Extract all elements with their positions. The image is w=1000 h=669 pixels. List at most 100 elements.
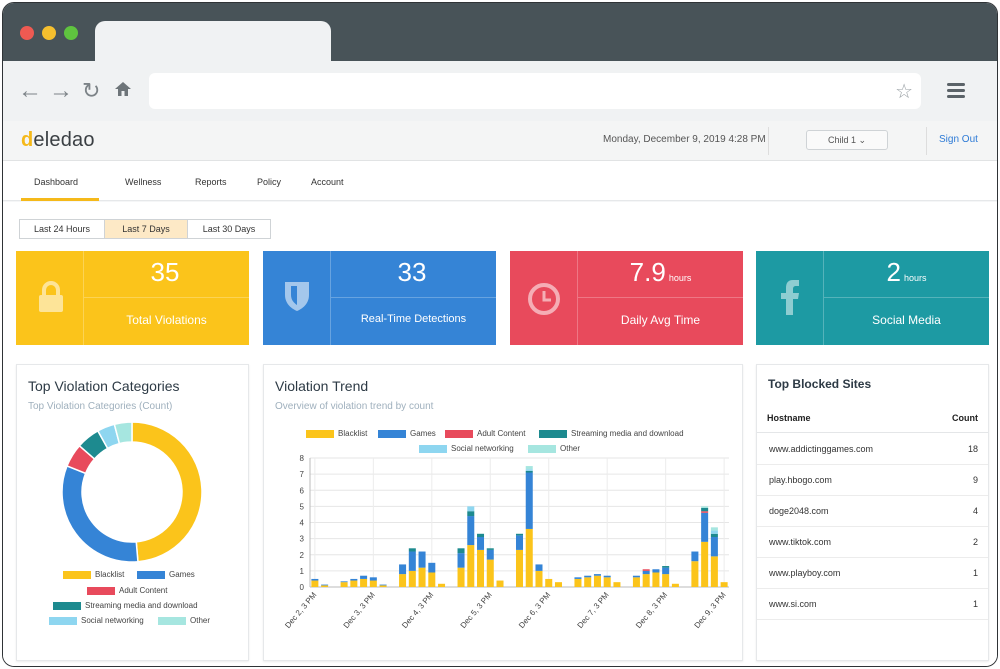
donut-slice-blacklist[interactable]	[131, 421, 203, 563]
reload-icon[interactable]: ↻	[82, 79, 100, 103]
table-row[interactable]: play.hbogo.com 9	[757, 465, 988, 496]
child-select[interactable]: Child 1 ⌄	[806, 130, 888, 150]
table-row[interactable]: doge2048.com 4	[757, 496, 988, 527]
legend-adult-content[interactable]: Adult Content	[445, 429, 525, 438]
tab-reports[interactable]: Reports	[195, 177, 227, 187]
forward-arrow-icon[interactable]: →	[49, 79, 73, 103]
legend-blacklist[interactable]: Blacklist	[306, 429, 367, 438]
bar-segment-games[interactable]	[710, 537, 718, 557]
kpi-social-media[interactable]: 2 hours Social Media	[756, 251, 989, 345]
bar-segment-blacklist[interactable]	[701, 541, 709, 587]
address-bar[interactable]: ☆	[149, 73, 921, 109]
bar-segment-blacklist[interactable]	[340, 582, 348, 587]
bar-segment-blacklist[interactable]	[486, 559, 494, 587]
bar-segment-blacklist[interactable]	[710, 556, 718, 587]
bar-segment-games[interactable]	[691, 551, 699, 562]
legend-blacklist[interactable]: Blacklist	[63, 570, 124, 579]
bar-segment-blacklist[interactable]	[525, 528, 533, 587]
browser-menu-icon[interactable]	[947, 83, 965, 99]
bar-segment-games[interactable]	[632, 575, 640, 578]
bar-segment-games[interactable]	[535, 564, 543, 571]
sign-out-link[interactable]: Sign Out	[939, 134, 978, 145]
bar-segment-streaming-media-and-download[interactable]	[408, 548, 416, 552]
bar-segment-other[interactable]	[525, 466, 533, 470]
legend-games[interactable]: Games	[378, 429, 436, 438]
bar-segment-blacklist[interactable]	[408, 570, 416, 587]
bar-segment-games[interactable]	[515, 535, 524, 550]
back-arrow-icon[interactable]: ←	[18, 79, 42, 103]
bar-segment-games[interactable]	[408, 551, 416, 571]
bar-segment-streaming-media-and-download[interactable]	[515, 533, 524, 536]
tab-dashboard[interactable]: Dashboard	[34, 177, 78, 187]
table-row[interactable]: www.addictinggames.com 18	[757, 434, 988, 465]
bar-segment-blacklist[interactable]	[662, 574, 670, 587]
bar-segment-blacklist[interactable]	[515, 549, 524, 587]
tab-account[interactable]: Account	[311, 177, 344, 187]
bar-segment-streaming-media-and-download[interactable]	[662, 566, 670, 568]
legend-social-networking[interactable]: Social networking	[49, 616, 144, 625]
bar-segment-games[interactable]	[603, 575, 611, 578]
bar-segment-blacklist[interactable]	[652, 572, 660, 587]
bar-segment-blacklist[interactable]	[691, 561, 699, 587]
bar-segment-streaming-media-and-download[interactable]	[525, 470, 533, 473]
legend-other[interactable]: Other	[158, 616, 210, 625]
bar-segment-blacklist[interactable]	[321, 585, 329, 587]
close-window-button[interactable]	[20, 26, 34, 40]
bar-segment-streaming-media-and-download[interactable]	[457, 548, 465, 554]
bar-segment-games[interactable]	[399, 564, 407, 575]
bar-segment-blacklist[interactable]	[428, 572, 436, 587]
minimize-window-button[interactable]	[42, 26, 56, 40]
table-row[interactable]: www.tiktok.com 2	[757, 527, 988, 558]
bar-segment-blacklist[interactable]	[399, 574, 407, 587]
bar-segment-blacklist[interactable]	[369, 580, 377, 587]
bookmark-star-icon[interactable]: ☆	[895, 79, 913, 104]
bar-segment-streaming-media-and-download[interactable]	[477, 533, 485, 538]
bar-segment-streaming-media-and-download[interactable]	[710, 533, 718, 538]
bar-segment-games[interactable]	[457, 553, 465, 568]
range-last-24-hours[interactable]: Last 24 Hours	[19, 219, 105, 239]
bar-segment-blacklist[interactable]	[438, 583, 446, 587]
bar-segment-blacklist[interactable]	[603, 577, 611, 587]
bar-segment-games[interactable]	[701, 512, 709, 542]
legend-adult-content[interactable]: Adult Content	[87, 586, 167, 595]
bar-segment-games[interactable]	[662, 567, 670, 575]
bar-segment-blacklist[interactable]	[642, 574, 650, 587]
bar-segment-blacklist[interactable]	[720, 582, 728, 587]
bar-segment-other[interactable]	[701, 506, 709, 508]
bar-segment-games[interactable]	[652, 569, 660, 573]
bar-segment-games[interactable]	[321, 584, 329, 586]
bar-segment-blacklist[interactable]	[467, 545, 475, 587]
bar-segment-games[interactable]	[428, 562, 436, 573]
bar-segment-blacklist[interactable]	[477, 549, 485, 587]
bar-segment-blacklist[interactable]	[311, 580, 319, 587]
bar-segment-games[interactable]	[350, 578, 358, 581]
tab-policy[interactable]: Policy	[257, 177, 281, 187]
browser-tab[interactable]	[95, 21, 331, 63]
bar-segment-social-networking[interactable]	[467, 506, 475, 512]
bar-segment-games[interactable]	[369, 577, 377, 581]
kpi-real-time-detections[interactable]: 33 Real-Time Detections	[263, 251, 496, 345]
bar-segment-blacklist[interactable]	[457, 567, 465, 587]
kpi-daily-avg-time[interactable]: 7.9 hours Daily Avg Time	[510, 251, 743, 345]
bar-segment-blacklist[interactable]	[360, 578, 368, 587]
legend-social-networking[interactable]: Social networking	[419, 444, 514, 453]
bar-segment-blacklist[interactable]	[632, 577, 640, 587]
bar-segment-social-networking[interactable]	[710, 530, 718, 534]
donut-slice-games[interactable]	[61, 464, 139, 563]
bar-segment-blacklist[interactable]	[350, 580, 358, 587]
bar-segment-games[interactable]	[360, 575, 368, 579]
kpi-total-violations[interactable]: 35 Total Violations	[16, 251, 249, 345]
bar-segment-games[interactable]	[467, 516, 475, 546]
eledao-logo[interactable]: deledao	[21, 129, 95, 152]
maximize-window-button[interactable]	[64, 26, 78, 40]
bar-segment-games[interactable]	[574, 577, 582, 579]
legend-streaming[interactable]: Streaming media and download	[539, 429, 684, 438]
range-last-7-days[interactable]: Last 7 Days	[104, 219, 188, 239]
bar-segment-adult-content[interactable]	[642, 569, 650, 571]
bar-segment-streaming-media-and-download[interactable]	[467, 511, 475, 517]
bar-segment-games[interactable]	[418, 551, 426, 568]
table-row[interactable]: www.playboy.com 1	[757, 558, 988, 589]
bar-segment-blacklist[interactable]	[554, 582, 562, 587]
bar-segment-blacklist[interactable]	[496, 580, 504, 587]
bar-segment-blacklist[interactable]	[574, 578, 582, 587]
